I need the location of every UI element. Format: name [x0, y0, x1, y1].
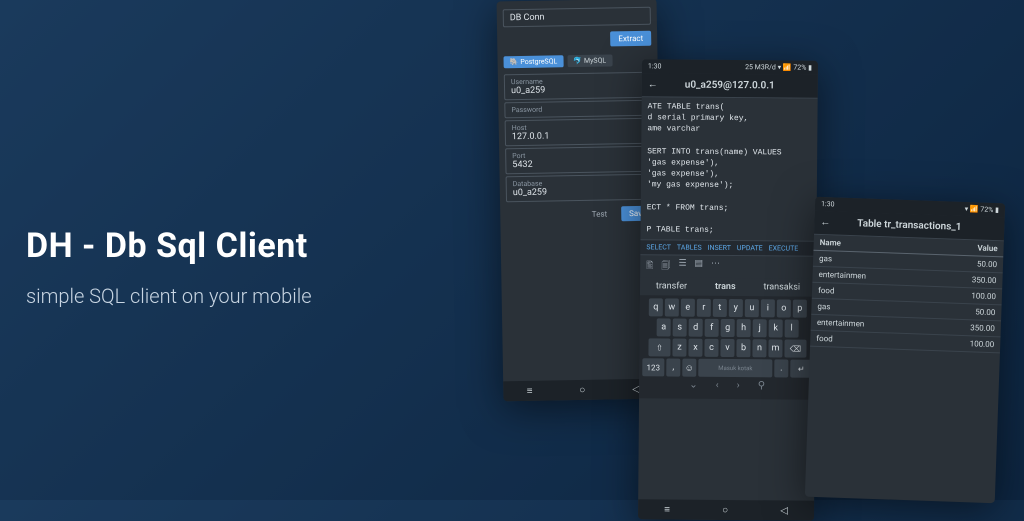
nav-home-icon[interactable]: ○	[722, 504, 728, 515]
key-n[interactable]: n	[752, 339, 766, 357]
db-mysql-chip[interactable]: 🐬MySQL	[567, 54, 612, 67]
toolbar-icon[interactable]: ▤	[694, 259, 703, 275]
phone-connection: DB Conn Extract 🐘PostgreSQL 🐬MySQL Usern…	[497, 0, 664, 401]
col-value[interactable]: Value	[955, 240, 1003, 257]
key-x[interactable]: x	[688, 339, 702, 357]
cell-value: 50.00	[955, 256, 1003, 273]
port-field[interactable]: Port5432	[505, 146, 653, 175]
key-b[interactable]: b	[736, 339, 750, 357]
key-c[interactable]: c	[704, 339, 718, 357]
key-e[interactable]: e	[681, 299, 695, 317]
key-o[interactable]: o	[777, 300, 791, 318]
suggest-left[interactable]: transfer	[656, 282, 687, 292]
key-f[interactable]: f	[705, 319, 719, 337]
editor-title: u0_a259@127.0.0.1	[685, 80, 775, 92]
action-select[interactable]: SELECT	[646, 244, 671, 252]
database-field[interactable]: Databaseu0_a259	[506, 174, 654, 203]
elephant-icon: 🐘	[510, 58, 519, 66]
status-right: ▾ 📶 72% ▮	[965, 205, 1000, 214]
back-icon[interactable]: ←	[820, 217, 830, 228]
phone-table: 1:30 ▾ 📶 72% ▮ ← Table tr_transactions_1…	[805, 197, 1005, 503]
key-s[interactable]: s	[673, 319, 687, 337]
numeric-key[interactable]: 123	[642, 359, 664, 377]
key-a[interactable]: a	[657, 319, 671, 337]
extract-button[interactable]: Extract	[610, 31, 651, 47]
backspace-key[interactable]: ⌫	[784, 340, 806, 358]
action-tables[interactable]: TABLES	[677, 244, 702, 252]
key-t[interactable]: t	[713, 299, 727, 317]
toolbar-icon[interactable]: ☰	[678, 259, 686, 275]
key-v[interactable]: v	[720, 339, 734, 357]
db-postgresql-chip[interactable]: 🐘PostgreSQL	[503, 55, 563, 68]
key-h[interactable]: h	[737, 319, 751, 337]
kbd-left-icon[interactable]: ‹	[716, 380, 719, 391]
app-title: DH - Db Sql Client	[26, 226, 312, 266]
comma-key[interactable]: ,	[666, 359, 680, 377]
username-field[interactable]: Usernameu0_a259	[504, 72, 652, 101]
action-insert[interactable]: INSERT	[708, 244, 731, 252]
key-y[interactable]: y	[729, 299, 743, 317]
app-subtitle: simple SQL client on your mobile	[26, 284, 312, 308]
toolbar-icon[interactable]: 🗐	[661, 259, 670, 275]
sql-actions: SELECT TABLES INSERT UPDATE EXECUTE	[640, 239, 816, 257]
action-update[interactable]: UPDATE	[737, 244, 763, 252]
nav-back-icon[interactable]: ◁	[780, 505, 788, 516]
cell-value: 350.00	[953, 320, 1001, 337]
toolbar-icon[interactable]: ⋯	[711, 259, 720, 275]
key-k[interactable]: k	[769, 320, 783, 338]
conn-name-input[interactable]: DB Conn	[510, 11, 644, 23]
test-button[interactable]: Test	[584, 206, 616, 222]
key-d[interactable]: d	[689, 319, 703, 337]
nav-recents-icon[interactable]: ≡	[527, 385, 533, 396]
key-j[interactable]: j	[753, 319, 767, 337]
key-p[interactable]: p	[793, 300, 807, 318]
nav-home-icon[interactable]: ○	[579, 384, 585, 395]
kbd-right-icon[interactable]: ›	[737, 380, 740, 391]
status-time: 1:30	[821, 200, 835, 208]
suggest-right[interactable]: transaksi	[763, 283, 800, 293]
host-field[interactable]: Host127.0.0.1	[505, 118, 653, 147]
cell-value: 350.00	[954, 272, 1002, 289]
suggest-mid[interactable]: trans	[715, 282, 736, 292]
nav-recents-icon[interactable]: ≡	[664, 504, 670, 515]
back-icon[interactable]: ←	[648, 79, 658, 90]
phone-editor: 1:30 25 M3R/d ▾ 📶 72% ▮ ← u0_a259@127.0.…	[638, 59, 818, 521]
toolbar-icon[interactable]: 🖺	[646, 259, 653, 275]
key-g[interactable]: g	[721, 319, 735, 337]
shift-key[interactable]: ⇧	[648, 339, 670, 357]
status-right: 25 M3R/d ▾ 📶 72% ▮	[745, 63, 812, 72]
key-r[interactable]: r	[697, 299, 711, 317]
cell-value: 100.00	[952, 336, 1000, 353]
emoji-key[interactable]: ☺	[682, 359, 696, 377]
cell-value: 50.00	[953, 304, 1001, 321]
dolphin-icon: 🐬	[573, 57, 582, 65]
password-field[interactable]: Password	[504, 100, 652, 119]
action-execute[interactable]: EXECUTE	[769, 245, 799, 253]
kbd-collapse-icon[interactable]: ⌄	[689, 380, 697, 391]
kbd-mic-icon[interactable]: ⚲	[758, 381, 765, 392]
table-title: Table tr_transactions_1	[857, 218, 962, 233]
key-m[interactable]: m	[768, 340, 782, 358]
cell-value: 100.00	[954, 288, 1002, 305]
key-i[interactable]: i	[761, 300, 775, 318]
sql-editor[interactable]: ATE TABLE trans( d serial primary key, a…	[640, 97, 817, 241]
key-l[interactable]: l	[785, 320, 799, 338]
key-w[interactable]: w	[665, 299, 679, 317]
period-key[interactable]: .	[774, 360, 788, 378]
key-z[interactable]: z	[672, 339, 686, 357]
key-u[interactable]: u	[745, 299, 759, 317]
key-q[interactable]: q	[649, 299, 663, 317]
space-key[interactable]: Masuk kotak	[698, 359, 772, 378]
keyboard: qwertyuiop asdfghjkl ⇧zxcvbnm⌫ 123 , ☺ M…	[639, 295, 816, 400]
status-time: 1:30	[648, 62, 662, 70]
